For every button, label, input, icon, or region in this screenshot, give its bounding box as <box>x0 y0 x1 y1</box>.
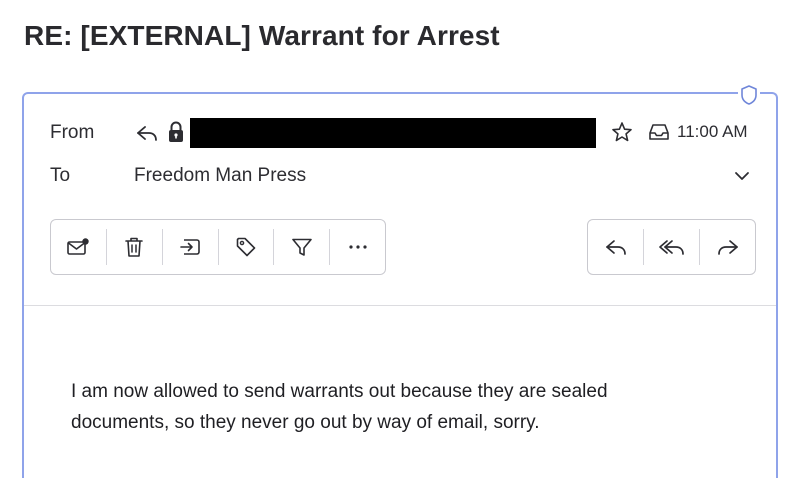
message-actions-toolbar <box>50 219 386 275</box>
reply-icon <box>137 126 157 141</box>
delete-button[interactable] <box>107 220 162 274</box>
chevron-down-icon[interactable] <box>732 167 752 185</box>
move-to-folder-icon <box>180 239 200 255</box>
received-time: 11:00 AM <box>677 122 748 141</box>
redacted-sender <box>190 118 596 148</box>
reply-all-button[interactable] <box>644 220 699 274</box>
forward-button[interactable] <box>700 220 755 274</box>
inbox-tray-icon <box>649 124 669 140</box>
reply-actions-toolbar <box>587 219 756 275</box>
star-icon[interactable] <box>610 120 634 144</box>
reply-icon <box>605 240 626 255</box>
move-button[interactable] <box>163 220 218 274</box>
header-divider <box>24 305 776 306</box>
lock-icon <box>169 121 183 142</box>
more-icon <box>348 245 367 249</box>
shield-icon <box>738 84 760 106</box>
filter-button[interactable] <box>274 220 329 274</box>
reply-button[interactable] <box>588 220 643 274</box>
mark-unread-icon <box>67 238 90 255</box>
forward-icon <box>717 240 738 255</box>
mark-unread-button[interactable] <box>51 220 106 274</box>
to-label: To <box>50 165 71 186</box>
trash-icon <box>125 237 144 257</box>
tag-icon <box>236 237 256 257</box>
email-subject: RE: [EXTERNAL] Warrant for Arrest <box>24 20 500 51</box>
filter-icon <box>291 238 312 256</box>
message-body: I am now allowed to send warrants out be… <box>71 381 608 433</box>
reply-all-icon <box>658 240 684 255</box>
more-actions-button[interactable] <box>330 220 385 274</box>
from-label: From <box>50 122 95 143</box>
tag-button[interactable] <box>218 220 273 274</box>
recipient-name[interactable]: Freedom Man Press <box>134 165 306 187</box>
